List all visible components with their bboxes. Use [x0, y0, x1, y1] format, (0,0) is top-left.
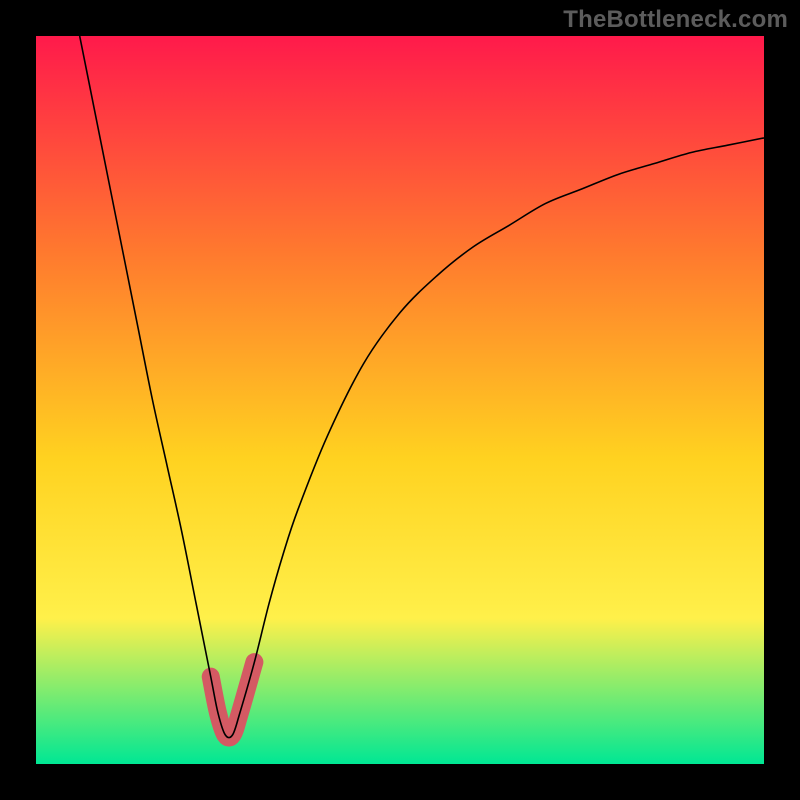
watermark-text: TheBottleneck.com: [563, 6, 788, 34]
bottleneck-chart: [0, 0, 800, 800]
chart-frame: TheBottleneck.com: [0, 0, 800, 800]
plot-background: [36, 36, 764, 764]
